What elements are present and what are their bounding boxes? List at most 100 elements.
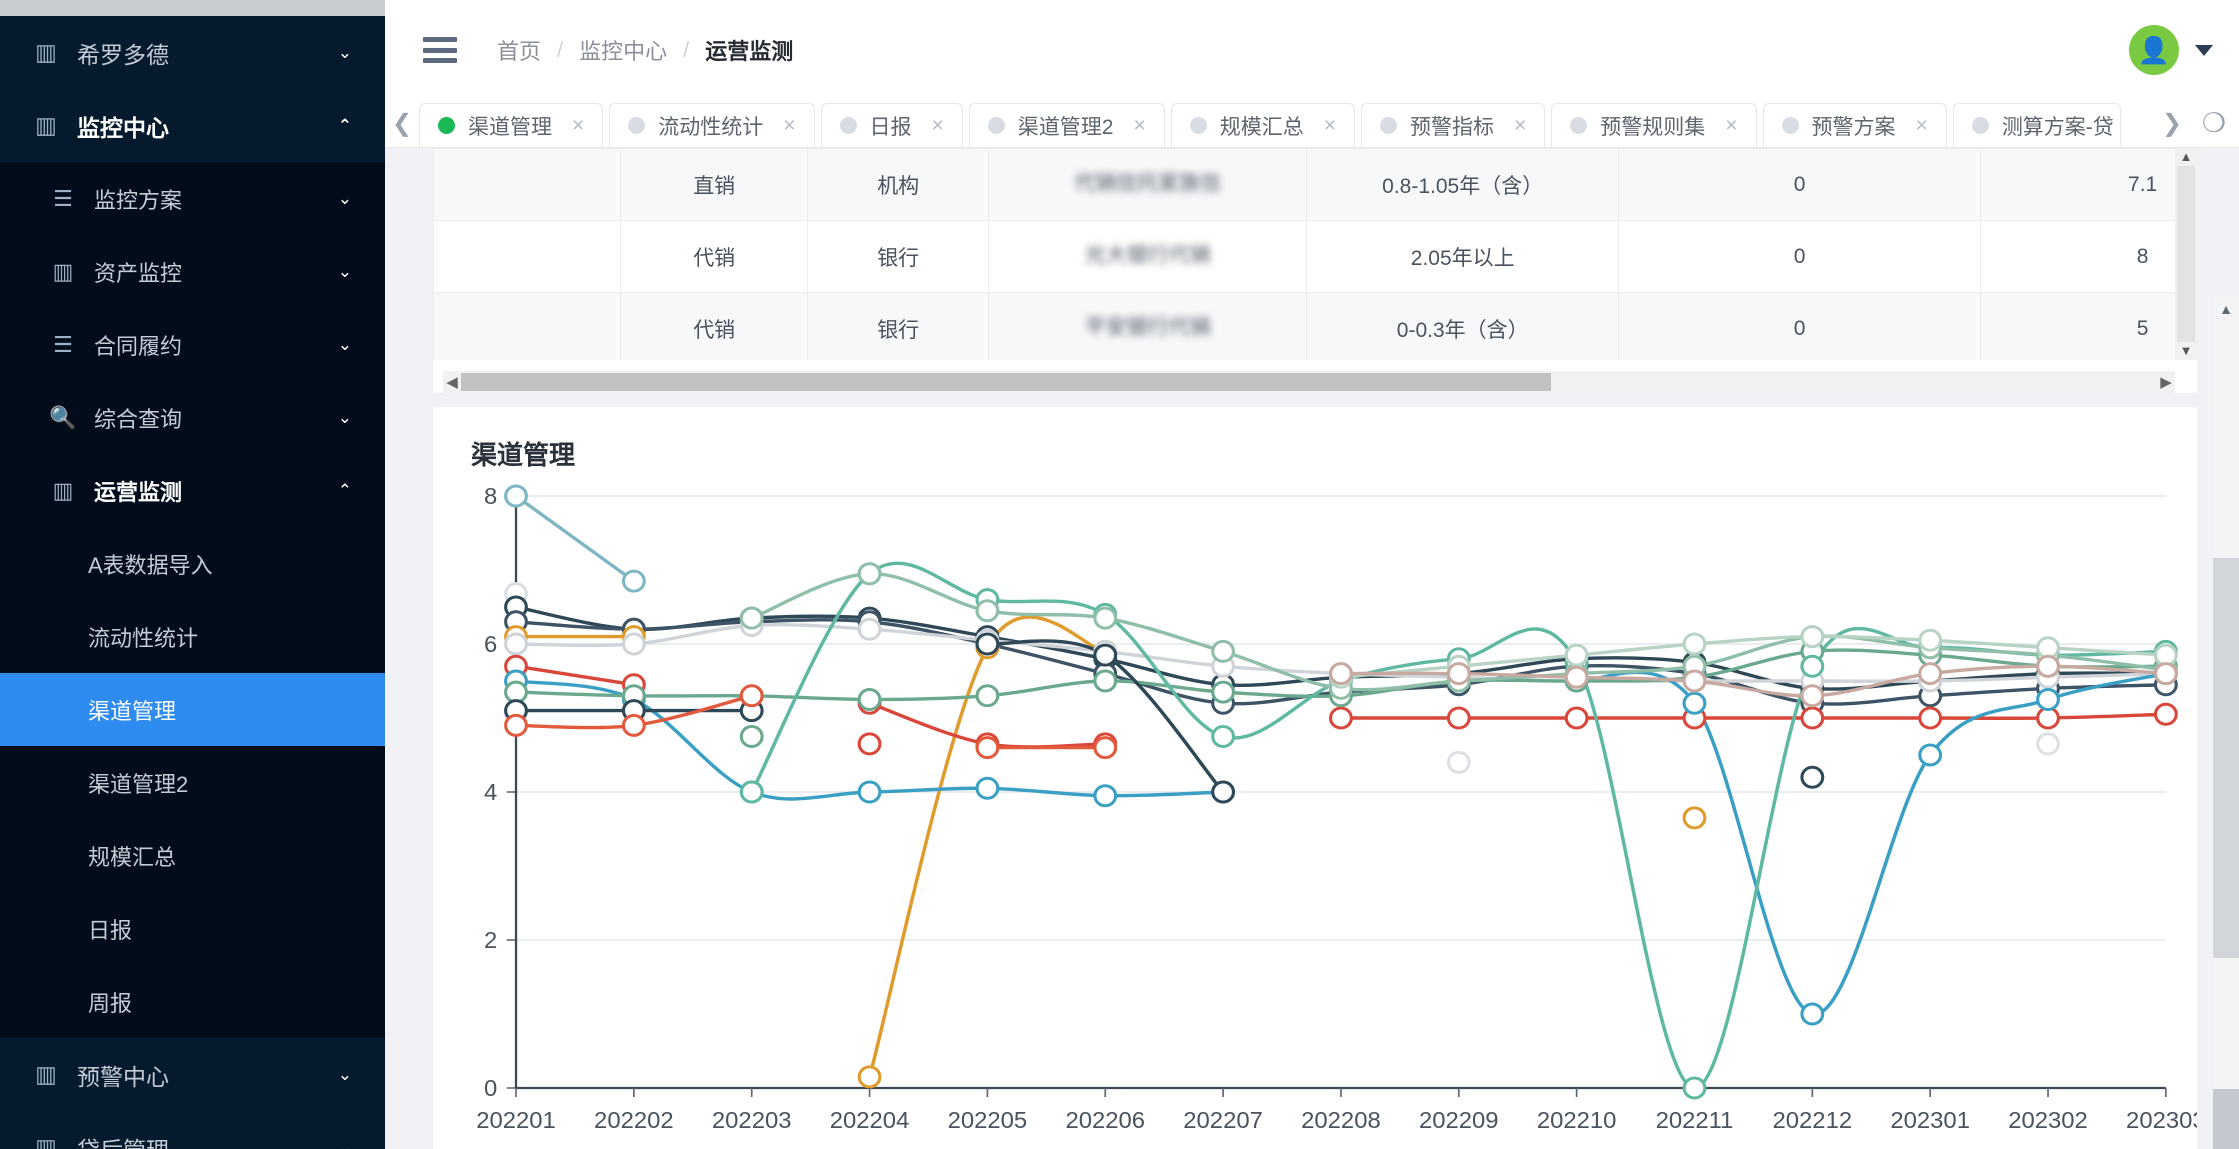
tabs-scroll-right-icon[interactable]: ❯: [2155, 99, 2189, 147]
table-row[interactable]: 代销 银行 平安银行代销 0-0.3年（含） 0 5 0: [433, 292, 2197, 360]
scroll-up-icon[interactable]: ▲: [2219, 296, 2233, 322]
scrollbar-track[interactable]: [461, 373, 2157, 391]
tab-status-dot: [1189, 117, 1207, 134]
table-scroll-wrap: 直销 机构 代销信托家族信 0.8-1.05年（含） 0 7.1 0 代销: [433, 148, 2197, 360]
page-vertical-scrollbar[interactable]: ▲: [2213, 296, 2239, 1149]
cell-term-bucket: 0-0.3年（含）: [1306, 292, 1620, 360]
close-icon[interactable]: ×: [783, 114, 795, 138]
cell-channel-type: 代销: [620, 292, 809, 360]
close-circle-icon[interactable]: ❍: [2189, 99, 2239, 147]
scroll-up-icon[interactable]: ▲: [2180, 148, 2193, 166]
tab-warning-indicator[interactable]: 预警指标 ×: [1361, 103, 1546, 147]
tab-status-dot: [1971, 117, 1989, 134]
sidebar-submenu: ☰ 监控方案 ⌄ ▥ 资产监控 ⌄ ☰ 合同履约 ⌄ 🔍 综合查询 ⌄ ▥ 运营…: [0, 162, 385, 1038]
close-icon[interactable]: ×: [1324, 114, 1336, 138]
sidebar-item-channel-management[interactable]: 渠道管理: [0, 673, 385, 746]
sidebar-item-monitor-plan[interactable]: ☰ 监控方案 ⌄: [0, 162, 385, 235]
sidebar-group-warning-center[interactable]: ▥ 预警中心 ⌄: [0, 1038, 385, 1111]
sidebar-leaf-label: A表数据导入: [88, 552, 213, 578]
scroll-left-icon[interactable]: ◀: [443, 373, 461, 391]
scrollbar-thumb-lower[interactable]: [2213, 1089, 2239, 1149]
tab-channel-management-2[interactable]: 渠道管理2 ×: [968, 103, 1165, 147]
chevron-down-icon: ⌄: [337, 261, 352, 281]
scroll-right-icon[interactable]: ▶: [2157, 373, 2175, 391]
tab-scale-summary[interactable]: 规模汇总 ×: [1170, 103, 1356, 147]
breadcrumb-monitor-center[interactable]: 监控中心: [579, 34, 667, 66]
list-icon: ☰: [53, 185, 73, 211]
sidebar-item-scale-summary[interactable]: 规模汇总: [0, 819, 385, 892]
sidebar-item-label: 资产监控: [94, 260, 183, 286]
chart-plot-area[interactable]: 0 2 4 6 8 202201 202202 202203 202204 202205 20220…: [433, 478, 2197, 1149]
scrollbar-thumb[interactable]: [461, 373, 1551, 391]
close-icon[interactable]: ×: [1514, 114, 1526, 138]
chart-card: 渠道管理 0 2 4 6 8 202201 202202 202203 202204 202205…: [433, 407, 2197, 1149]
chevron-up-icon: ⌃: [337, 480, 352, 500]
close-icon[interactable]: ×: [1133, 114, 1145, 138]
sidebar-leaf-label: 周报: [88, 990, 133, 1016]
close-icon[interactable]: ×: [932, 114, 944, 138]
tab-calculation-plan-loan[interactable]: 测算方案-贷: [1952, 103, 2121, 147]
sidebar-group-post-loan-management[interactable]: ▥ 贷后管理 ⌄: [0, 1111, 385, 1149]
table-row[interactable]: 代销 银行 光大银行代销 2.05年以上 0 8 1: [433, 220, 2197, 293]
sidebar-item-weekly-report[interactable]: 周报: [0, 965, 385, 1038]
close-icon[interactable]: ×: [1916, 114, 1928, 138]
tab-label: 渠道管理: [468, 115, 552, 139]
sidebar-item-channel-management-2[interactable]: 渠道管理2: [0, 746, 385, 819]
svg-text:8: 8: [484, 483, 497, 509]
tab-status-dot: [839, 117, 857, 134]
cell-value-1: 0: [1618, 148, 1981, 221]
close-icon[interactable]: ×: [572, 114, 584, 138]
cell-value-2: 5: [1979, 292, 2197, 360]
cell-institution-name: 光大银行代销: [988, 220, 1308, 293]
list-icon: ☰: [53, 331, 73, 357]
cell-institution-type: 银行: [807, 292, 990, 360]
svg-text:202207: 202207: [1183, 1107, 1263, 1133]
tab-status-dot: [628, 117, 646, 134]
table-row[interactable]: 直销 机构 代销信托家族信 0.8-1.05年（含） 0 7.1 0: [433, 148, 2197, 221]
sidebar-item-comprehensive-query[interactable]: 🔍 综合查询 ⌄: [0, 381, 385, 454]
tab-status-dot: [1380, 117, 1398, 134]
book-icon: ▥: [52, 477, 74, 503]
close-icon[interactable]: ×: [1725, 114, 1737, 138]
cell-value-2: 8: [1979, 220, 2197, 293]
svg-text:202208: 202208: [1301, 1107, 1381, 1133]
chevron-down-icon: ⌄: [337, 188, 352, 208]
chevron-down-icon[interactable]: [2195, 44, 2213, 56]
sidebar-item-contract-performance[interactable]: ☰ 合同履约 ⌄: [0, 308, 385, 381]
avatar[interactable]: 👤: [2129, 25, 2179, 75]
user-avatar-icon: 👤: [2137, 34, 2171, 65]
sidebar-item-operation-monitoring[interactable]: ▥ 运营监测 ⌃: [0, 454, 385, 527]
chart-title: 渠道管理: [471, 440, 576, 470]
sidebar-item-liquidity-statistics[interactable]: 流动性统计: [0, 600, 385, 673]
redacted-text: 平安银行代销: [1084, 316, 1211, 340]
cell-institution-name: 平安银行代销: [988, 292, 1308, 360]
sidebar-item-a-table-import[interactable]: A表数据导入: [0, 527, 385, 600]
sidebar-group-monitor-center[interactable]: ▥ 监控中心 ⌃: [0, 89, 385, 162]
tab-status-dot: [987, 117, 1005, 134]
sidebar-group-herodotus[interactable]: ▥ 希罗多德 ⌄: [0, 16, 385, 89]
tab-warning-plan[interactable]: 预警方案 ×: [1762, 103, 1947, 147]
tab-channel-management[interactable]: 渠道管理 ×: [419, 103, 604, 147]
tab-label: 预警指标: [1410, 115, 1495, 139]
scrollbar-thumb[interactable]: [2213, 558, 2239, 958]
main-area: 首页 / 监控中心 / 运营监测 👤 ❮ 渠道管理 × 流动性统计 × 日报 ×…: [385, 0, 2239, 1149]
book-icon: ▥: [35, 112, 57, 138]
tab-warning-rule-set[interactable]: 预警规则集 ×: [1551, 103, 1757, 147]
svg-text:202204: 202204: [830, 1107, 910, 1133]
book-icon: ▥: [35, 1061, 57, 1087]
tabs-scroll-left-icon[interactable]: ❮: [385, 99, 419, 147]
hamburger-icon[interactable]: [423, 37, 457, 63]
scroll-down-icon[interactable]: ▼: [2180, 342, 2193, 360]
tab-label: 流动性统计: [658, 115, 764, 139]
table-horizontal-scrollbar[interactable]: ◀ ▶: [443, 371, 2175, 393]
tab-daily-report[interactable]: 日报 ×: [820, 103, 963, 147]
scrollbar-track[interactable]: [2213, 322, 2239, 1149]
sidebar-item-asset-monitor[interactable]: ▥ 资产监控 ⌄: [0, 235, 385, 308]
table-vertical-scrollbar[interactable]: ▲ ▼: [2175, 148, 2197, 360]
breadcrumb-home[interactable]: 首页: [497, 34, 541, 66]
scrollbar-thumb[interactable]: [2177, 166, 2195, 342]
svg-text:4: 4: [484, 779, 497, 805]
sidebar-item-daily-report[interactable]: 日报: [0, 892, 385, 965]
tab-status-dot: [1781, 117, 1799, 134]
tab-liquidity-statistics[interactable]: 流动性统计 ×: [609, 103, 815, 147]
